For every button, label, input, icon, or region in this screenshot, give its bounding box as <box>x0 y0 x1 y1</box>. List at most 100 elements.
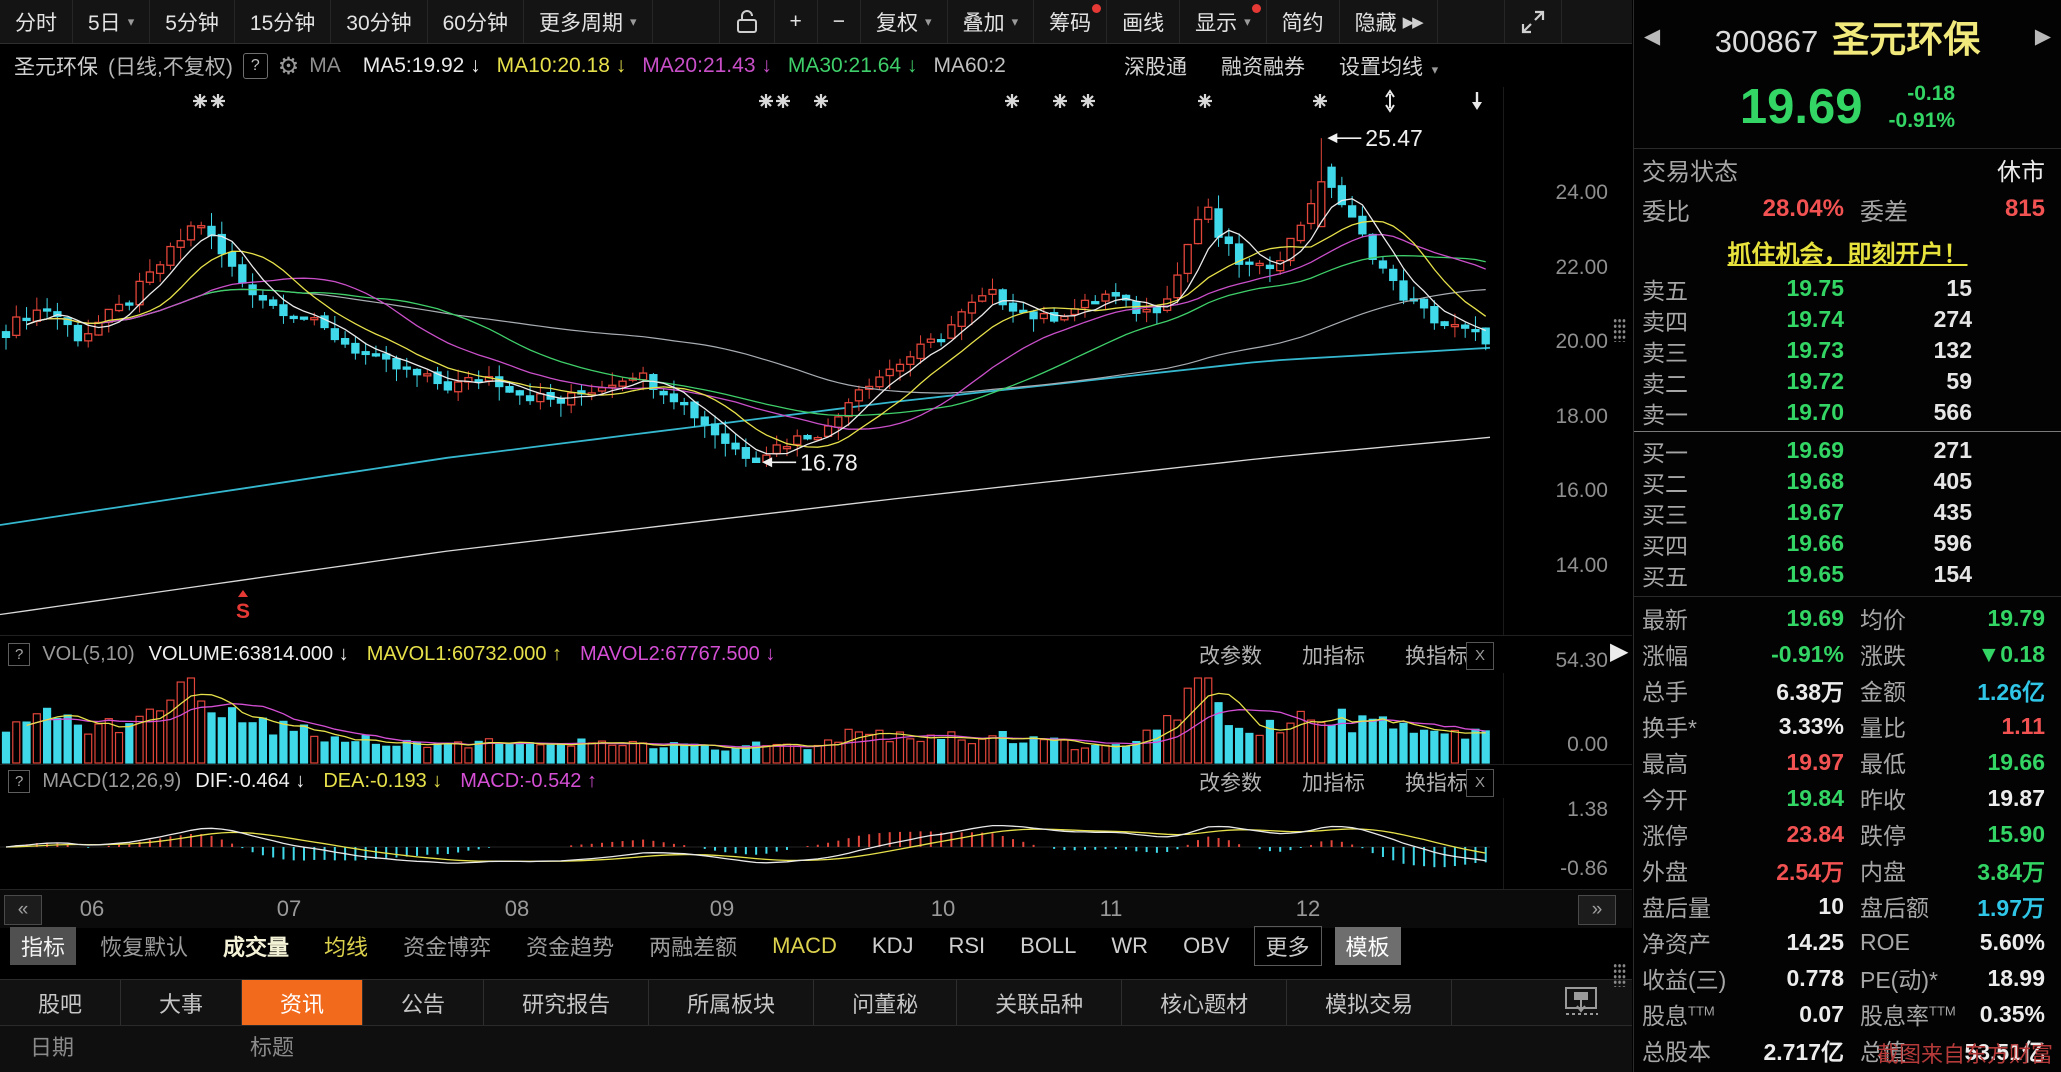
nav-tab-关联品种[interactable]: 关联品种 <box>957 980 1122 1025</box>
draw-line-button-label: 画线 <box>1122 7 1164 37</box>
orderbook-price: 19.65 <box>1738 561 1844 588</box>
macd-chart[interactable] <box>0 798 1632 889</box>
tab-5day-label: 5日 <box>88 7 121 37</box>
orderbook-volume: 271 <box>1844 437 1972 464</box>
indicator-tab-指标[interactable]: 指标 <box>10 927 76 965</box>
panel-link[interactable]: 改参数 <box>1199 640 1262 670</box>
panel-link[interactable]: 换指标 <box>1405 767 1468 797</box>
fuquan-button-label: 复权 <box>876 7 918 37</box>
stat-label: 内盘 <box>1860 853 1960 887</box>
gear-icon[interactable]: ⚙ <box>278 52 300 81</box>
indicator-tab-KDJ[interactable]: KDJ <box>861 930 925 962</box>
stat-value: 1.97万 <box>1960 889 2045 923</box>
orderbook-price: 19.67 <box>1738 499 1844 526</box>
hide-button[interactable]: 隐藏▶▶ <box>1340 0 1438 43</box>
price-chart[interactable]: 25.4716.78S <box>0 87 1632 635</box>
indicator-tab-均线[interactable]: 均线 <box>313 927 379 965</box>
double-chevron-icon: ▶▶ <box>1403 13 1422 31</box>
indicator-tab-WR[interactable]: WR <box>1100 930 1159 962</box>
help-button[interactable]: ? <box>243 53 268 79</box>
indicator-tab-成交量[interactable]: 成交量 <box>212 927 300 965</box>
collapse-panel-arrow[interactable]: ▶ <box>1610 637 1628 666</box>
indicator-tab-资金博弈[interactable]: 资金博弈 <box>392 927 502 965</box>
zoom-out-button[interactable]: − <box>818 0 861 43</box>
header-link[interactable]: 深股通 <box>1124 51 1187 81</box>
nav-tab-研究报告[interactable]: 研究报告 <box>484 980 649 1025</box>
prev-stock-button[interactable]: ◀ <box>1644 24 1660 49</box>
nav-tab-核心题材[interactable]: 核心题材 <box>1122 980 1287 1025</box>
orderbook-price: 19.66 <box>1738 530 1844 557</box>
panel-link[interactable]: 加指标 <box>1302 767 1365 797</box>
ask-levels: 卖五19.7515卖四19.74274卖三19.73132卖二19.7259卖一… <box>1634 273 2061 428</box>
news-header: 日期 标题 <box>0 1026 1632 1072</box>
nav-tab-股吧[interactable]: 股吧 <box>0 980 121 1025</box>
stat-value: 0.778 <box>1742 965 1844 992</box>
more-periods[interactable]: 更多周期▾ <box>524 0 653 43</box>
orderbook-volume: 596 <box>1844 530 1972 557</box>
indicator-tab-模板[interactable]: 模板 <box>1335 927 1401 965</box>
news-date-column: 日期 <box>30 1026 74 1070</box>
stat-label: 量比 <box>1860 709 1960 743</box>
stat-label: 总股本 <box>1642 1033 1742 1067</box>
stat-value: 23.84 <box>1742 821 1844 848</box>
tab-30min[interactable]: 30分钟 <box>331 0 427 43</box>
panel-link[interactable]: 加指标 <box>1302 640 1365 670</box>
nav-tab-所属板块[interactable]: 所属板块 <box>649 980 814 1025</box>
vol-name: VOL(5,10) <box>42 643 134 666</box>
nav-tab-资讯[interactable]: 资讯 <box>242 980 363 1025</box>
next-stock-button[interactable]: ▶ <box>2035 24 2051 49</box>
indicator-tab-两融差额[interactable]: 两融差额 <box>638 927 748 965</box>
indicator-tab-RSI[interactable]: RSI <box>937 930 996 962</box>
splitter-handle[interactable] <box>1613 318 1626 342</box>
display-button-label: 显示 <box>1195 7 1237 37</box>
fuquan-button[interactable]: 复权▾ <box>861 0 948 43</box>
stat-value: 3.33% <box>1742 713 1844 740</box>
stat-row: 盘后量10盘后额1.97万 <box>1634 888 2061 924</box>
indicator-tab-更多[interactable]: 更多 <box>1254 926 1322 966</box>
toolbar: 分时5日▾5分钟15分钟30分钟60分钟更多周期▾ +−复权▾叠加▾筹码画线显示▾… <box>0 0 1632 44</box>
zoom-in-button[interactable]: + <box>775 0 818 43</box>
stat-value: 1.26亿 <box>1960 673 2045 707</box>
macd-header: ? MACD(12,26,9) DIF:-0.464 ↓DEA:-0.193 ↓… <box>0 764 1632 798</box>
scroll-left-button[interactable]: « <box>4 895 42 925</box>
header-link[interactable]: 融资融券 <box>1221 51 1305 81</box>
macd-close-icon[interactable]: X <box>1466 769 1494 797</box>
indicator-tab-MACD[interactable]: MACD <box>761 930 848 962</box>
chips-button[interactable]: 筹码 <box>1034 0 1107 43</box>
ma-value: MA5:19.92 ↓ <box>363 54 481 78</box>
indicator-tab-BOLL[interactable]: BOLL <box>1009 930 1087 962</box>
simple-button[interactable]: 简约 <box>1267 0 1340 43</box>
tab-fenshi[interactable]: 分时 <box>0 0 73 43</box>
nav-tab-模拟交易[interactable]: 模拟交易 <box>1287 980 1452 1025</box>
stat-label: ROE <box>1860 929 1960 956</box>
nav-tab-公告[interactable]: 公告 <box>363 980 484 1025</box>
vol-help-button[interactable]: ? <box>8 643 30 666</box>
nav-tab-问董秘[interactable]: 问董秘 <box>814 980 957 1025</box>
tab-5day[interactable]: 5日▾ <box>73 0 150 43</box>
draw-line-button[interactable]: 画线 <box>1107 0 1180 43</box>
stat-label: PE(动)* <box>1860 961 1960 995</box>
volume-chart[interactable] <box>0 673 1632 765</box>
panel-link[interactable]: 改参数 <box>1199 767 1262 797</box>
tab-5min[interactable]: 5分钟 <box>150 0 235 43</box>
price-block: 19.69 -0.18 -0.91% <box>1634 66 2061 148</box>
indicator-tab-资金趋势[interactable]: 资金趋势 <box>515 927 625 965</box>
indicator-tab-OBV[interactable]: OBV <box>1172 930 1240 962</box>
nav-tab-大事[interactable]: 大事 <box>121 980 242 1025</box>
panel-link[interactable]: 换指标 <box>1405 640 1468 670</box>
stat-label: 净资产 <box>1642 925 1742 959</box>
lock-button[interactable] <box>720 0 775 43</box>
overlay-button[interactable]: 叠加▾ <box>948 0 1035 43</box>
ma-setting-button[interactable]: 设置均线 ▾ <box>1339 51 1438 81</box>
splitter-handle[interactable] <box>1613 963 1626 987</box>
fullscreen-button[interactable] <box>1505 0 1562 43</box>
vol-header: ? VOL(5,10) VOLUME:63814.000 ↓MAVOL1:607… <box>0 635 1632 673</box>
tab-15min[interactable]: 15分钟 <box>235 0 331 43</box>
ad-banner[interactable]: 抓住机会，即刻开户！ <box>1634 229 2061 273</box>
macd-help-button[interactable]: ? <box>8 770 30 793</box>
tab-60min[interactable]: 60分钟 <box>428 0 524 43</box>
screenshot-tool-icon[interactable] <box>1564 986 1602 1018</box>
scroll-right-button[interactable]: » <box>1578 895 1616 925</box>
display-button[interactable]: 显示▾ <box>1180 0 1267 43</box>
indicator-tab-恢复默认[interactable]: 恢复默认 <box>89 927 199 965</box>
